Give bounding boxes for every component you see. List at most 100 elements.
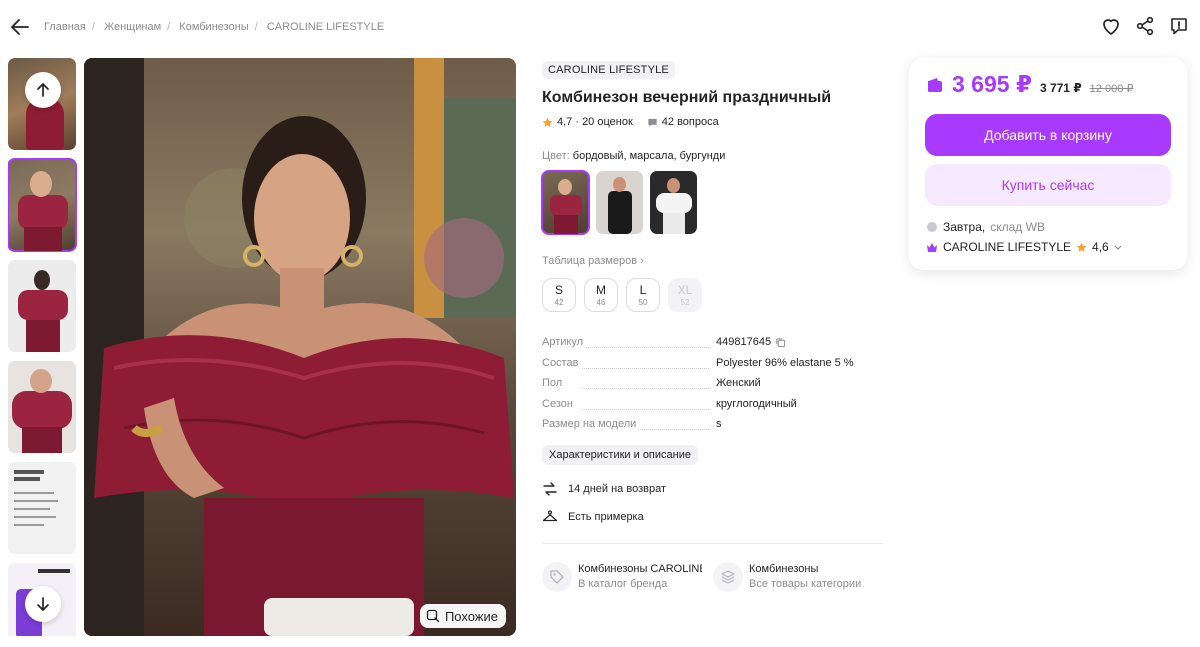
spec-row: Размер на модели s	[542, 418, 887, 439]
delivery-info: Завтра, склад WB	[926, 220, 1045, 234]
specs-description-button[interactable]: Характеристики и описание	[542, 444, 698, 465]
arrow-up-icon	[37, 83, 49, 97]
brand-catalog-subtitle: В каталог бренда	[578, 578, 668, 590]
spec-value: 449817645	[716, 336, 786, 348]
breadcrumb: Главная / Женщинам / Комбинезоны / CAROLINE…	[44, 21, 385, 33]
breadcrumb-item[interactable]: Главная	[44, 21, 86, 33]
questions-text: 42 вопроса	[661, 116, 719, 128]
feature-fitting: Есть примерка	[542, 509, 887, 525]
brand-catalog-link[interactable]: Комбинезоны CAROLINE LIFESTYLE В каталог…	[542, 561, 703, 592]
hanger-icon	[542, 509, 558, 521]
size-option-l[interactable]: L 50	[626, 278, 660, 312]
spec-value: s	[716, 418, 722, 430]
size-option-xl-unavailable: XL 52	[668, 278, 702, 312]
color-swatch-burgundy[interactable]	[541, 170, 590, 235]
thumbnail[interactable]	[8, 260, 76, 352]
chevron-down-icon	[1114, 245, 1122, 250]
back-arrow-icon[interactable]	[9, 16, 31, 38]
breadcrumb-item[interactable]: CAROLINE LIFESTYLE	[267, 21, 384, 33]
breadcrumb-item[interactable]: Комбинезоны	[179, 21, 248, 33]
thumbnail-scroll-down-button[interactable]	[25, 586, 61, 622]
color-row: Цвет: бордовый, марсала, бургунди	[542, 150, 887, 162]
thumbnail-active[interactable]	[8, 158, 77, 252]
current-price: 3 695 ₽	[952, 71, 1032, 97]
color-swatches	[541, 170, 887, 235]
wallet-price: 3 771 ₽	[1039, 81, 1082, 95]
product-title: Комбинезон вечерний праздничный	[542, 89, 832, 106]
similar-label: Похожие	[444, 608, 498, 624]
size-option-s[interactable]: S 42	[542, 278, 576, 312]
star-icon	[542, 117, 553, 127]
spec-key: Сезон	[542, 397, 575, 410]
spec-key: Размер на модели	[542, 418, 639, 430]
chevron-right-icon: ›	[640, 255, 644, 267]
thumbnail[interactable]	[8, 361, 76, 453]
feature-return: 14 дней на возврат	[542, 481, 887, 497]
tag-icon	[542, 561, 572, 592]
breadcrumb-item[interactable]: Женщинам	[104, 21, 161, 33]
thumbnail-scroll-up-button[interactable]	[25, 72, 61, 108]
add-to-cart-button[interactable]: Добавить в корзину	[925, 114, 1171, 156]
size-ru: 50	[638, 298, 648, 307]
catalog-links: Комбинезоны CAROLINE LIFESTYLE В каталог…	[542, 561, 887, 592]
arrow-down-icon	[37, 597, 49, 611]
product-photo-illustration	[84, 58, 516, 636]
similar-products-button[interactable]: Похожие	[419, 604, 506, 628]
size-table-link[interactable]: Таблица размеров ›	[542, 255, 887, 267]
brand-chip[interactable]: CAROLINE LIFESTYLE	[542, 61, 675, 79]
color-value: бордовый, марсала, бургунди	[572, 150, 726, 162]
old-price: 12 000 ₽	[1089, 83, 1134, 95]
thumbnail[interactable]	[8, 462, 76, 554]
spec-key: Состав	[542, 356, 581, 369]
article-number: 449817645	[716, 336, 772, 348]
spec-list: Артикул 449817645 Состав Polyester 96% e…	[542, 336, 887, 439]
spec-value: Женский	[716, 377, 761, 389]
product-info: CAROLINE LIFESTYLE Комбинезон вечерний п…	[541, 60, 887, 592]
size-ru: 52	[680, 298, 690, 307]
price-row: 3 695 ₽ 3 771 ₽ 12 000 ₽	[926, 71, 1133, 98]
seller-link[interactable]: CAROLINE LIFESTYLE 4,6	[926, 240, 1122, 254]
rating-text[interactable]: 4,7 · 20 оценок	[557, 116, 633, 128]
main-product-photo[interactable]: Похожие	[84, 58, 516, 636]
report-icon[interactable]	[1168, 15, 1190, 37]
spec-key: Артикул	[542, 336, 586, 348]
feature-fitting-text: Есть примерка	[568, 510, 644, 523]
catalog-icon	[713, 561, 743, 592]
size-label: XL	[677, 283, 693, 297]
spec-row: Состав Polyester 96% elastane 5 %	[542, 356, 887, 378]
size-label: L	[639, 283, 647, 297]
thumbnail-strip	[8, 58, 78, 636]
spec-key: Пол	[542, 377, 565, 389]
price-card: 3 695 ₽ 3 771 ₽ 12 000 ₽ Добавить в корз…	[909, 58, 1187, 270]
spec-row: Пол Женский	[542, 377, 887, 398]
share-icon[interactable]	[1134, 15, 1156, 37]
copy-icon[interactable]	[775, 337, 786, 348]
brand-catalog-title: Комбинезоны CAROLINE LIFESTYLE	[578, 563, 702, 575]
spec-row: Сезон круглогодичный	[542, 397, 887, 419]
category-link[interactable]: Комбинезоны Все товары категории	[713, 561, 874, 592]
seller-name: CAROLINE LIFESTYLE	[943, 240, 1072, 254]
size-label: S	[554, 283, 563, 297]
spec-value: Polyester 96% elastane 5 %	[716, 356, 854, 369]
size-option-m[interactable]: M 46	[584, 278, 618, 312]
star-icon	[1076, 242, 1087, 252]
category-subtitle: Все товары категории	[749, 578, 862, 590]
wallet-icon	[928, 77, 942, 92]
size-ru: 42	[554, 298, 564, 307]
color-swatch-black[interactable]	[596, 171, 643, 234]
feature-return-text: 14 дней на возврат	[568, 482, 666, 495]
color-swatch-white[interactable]	[650, 171, 697, 234]
divider	[542, 542, 883, 544]
delivery-place: склад WB	[990, 220, 1045, 234]
top-bar: Главная / Женщинам / Комбинезоны / CAROLINE…	[0, 0, 1200, 56]
spec-row: Артикул 449817645	[542, 336, 887, 357]
spec-value: круглогодичный	[716, 397, 797, 410]
search-similar-icon	[426, 609, 440, 623]
crown-icon	[927, 242, 937, 252]
buy-now-button[interactable]: Купить сейчас	[925, 164, 1171, 206]
questions-link[interactable]: 42 вопроса	[647, 116, 719, 128]
top-actions	[1100, 15, 1190, 37]
heart-icon[interactable]	[1100, 15, 1122, 37]
return-icon	[543, 481, 557, 496]
warehouse-icon	[927, 222, 937, 232]
